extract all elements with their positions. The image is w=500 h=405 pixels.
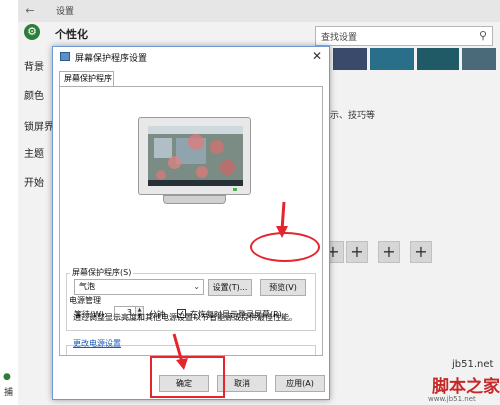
annotation-arrow-icon xyxy=(276,201,288,238)
tab-screensaver[interactable]: 屏幕保护程序 xyxy=(59,71,114,87)
sidebar-item-background[interactable]: 背景 xyxy=(24,58,44,73)
lockscreen-thumbnail[interactable] xyxy=(417,48,459,70)
lockscreen-thumbnail[interactable] xyxy=(370,48,414,70)
settings-window-title: 设置 xyxy=(56,7,75,17)
sidebar-item-colors[interactable]: 颜色 xyxy=(24,87,44,102)
dialog-title: 屏幕保护程序设置 xyxy=(75,54,148,64)
watermark-brand: 脚本之家 xyxy=(432,377,500,397)
sidebar-item-themes[interactable]: 主题 xyxy=(24,145,44,160)
power-description: 通过调整显示亮度和其他电源设置以节省能源或提供最佳性能。 xyxy=(73,313,297,322)
sidebar-item-start[interactable]: 开始 xyxy=(24,174,44,189)
search-icon: ⚲ xyxy=(478,29,487,42)
preview-screen xyxy=(148,126,243,186)
screensaver-settings-button[interactable]: 设置(T)... xyxy=(208,279,252,296)
monitor-stand xyxy=(163,195,226,204)
chevron-down-icon: ⌄ xyxy=(193,282,200,291)
preview-button[interactable]: 预览(V) xyxy=(260,279,306,296)
screen-icon xyxy=(60,52,70,61)
back-arrow-icon[interactable]: ← xyxy=(22,3,38,19)
add-app-button[interactable]: + xyxy=(346,241,368,263)
tips-text: 示、技巧等 xyxy=(330,111,376,121)
search-placeholder: 查找设置 xyxy=(321,33,358,43)
watermark-url: www.jb51.net xyxy=(428,395,476,403)
settings-titlebar: ← 设置 xyxy=(0,0,500,22)
gear-icon: ⚙ xyxy=(24,24,40,40)
screensaver-group-label: 屏幕保护程序(S) xyxy=(70,267,134,278)
annotation-arrow-icon xyxy=(172,333,188,370)
screensaver-select[interactable]: 气泡 ⌄ xyxy=(74,279,204,295)
page-title: 个性化 xyxy=(55,28,88,41)
apply-button[interactable]: 应用(A) xyxy=(275,375,325,392)
lockscreen-thumbnail[interactable] xyxy=(333,48,367,70)
power-led xyxy=(233,188,237,191)
left-strip xyxy=(0,0,18,405)
monitor-preview xyxy=(138,117,251,209)
close-icon[interactable]: ✕ xyxy=(309,48,325,64)
add-app-button[interactable]: + xyxy=(378,241,400,263)
bottom-text: 捕 xyxy=(4,388,14,398)
monitor-bezel xyxy=(138,117,251,195)
status-dot-icon: ● xyxy=(3,372,11,382)
add-app-button[interactable]: + xyxy=(410,241,432,263)
settings-sidebar: 背景 颜色 锁屏界 主题 开始 xyxy=(18,45,55,375)
dialog-titlebar: 屏幕保护程序设置 ✕ xyxy=(53,47,329,67)
sidebar-item-lockscreen[interactable]: 锁屏界 xyxy=(24,118,54,133)
search-input[interactable]: 查找设置 ⚲ xyxy=(315,26,493,46)
lockscreen-thumbnail[interactable] xyxy=(462,48,496,70)
watermark-domain: jb51.net xyxy=(452,359,494,370)
power-group-label: 电源管理 xyxy=(67,295,103,306)
change-power-settings-link[interactable]: 更改电源设置 xyxy=(73,338,121,349)
selected-screensaver: 气泡 xyxy=(79,282,95,291)
